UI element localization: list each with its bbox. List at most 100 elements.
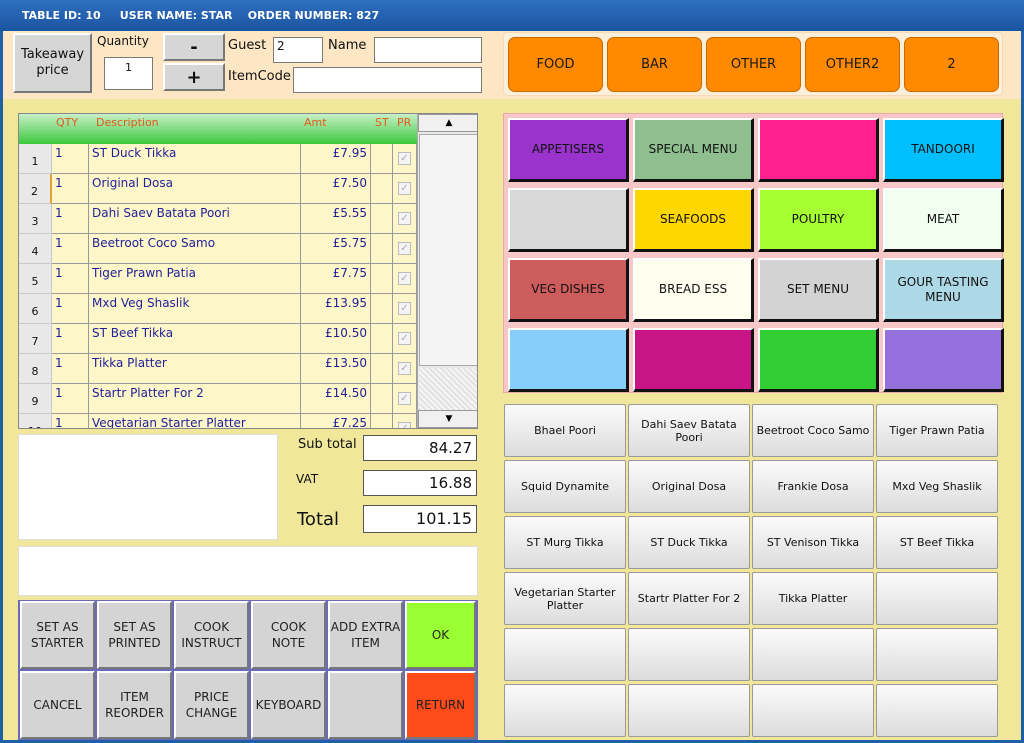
- decrement-button[interactable]: -: [163, 33, 225, 61]
- ok-button[interactable]: OK: [405, 601, 476, 669]
- menu-item-button[interactable]: Squid Dynamite: [504, 460, 626, 513]
- printed-checkbox[interactable]: ✓: [398, 392, 411, 405]
- scroll-down-button[interactable]: ▼: [418, 410, 477, 428]
- menu-category-blank-15[interactable]: [883, 328, 1004, 392]
- menu-category-veg-dishes[interactable]: VEG DISHES: [508, 258, 629, 322]
- menu-item-button[interactable]: [628, 628, 750, 681]
- price-change-button[interactable]: PRICE CHANGE: [174, 671, 249, 739]
- menu-item-button[interactable]: Vegetarian Starter Platter: [504, 572, 626, 625]
- cook-note-button[interactable]: COOK NOTE: [251, 601, 326, 669]
- cancel-label: CANCEL: [33, 698, 82, 712]
- row-amount: £13.95: [301, 294, 371, 324]
- blank-action-button[interactable]: [328, 671, 403, 739]
- row-description: Vegetarian Starter Platter: [89, 414, 301, 428]
- add-extra-item-button[interactable]: ADD EXTRA ITEM: [328, 601, 403, 669]
- category-2[interactable]: 2: [904, 37, 999, 92]
- printed-checkbox[interactable]: ✓: [398, 422, 411, 428]
- cook-instruct-button[interactable]: COOK INSTRUCT: [174, 601, 249, 669]
- cancel-button[interactable]: CANCEL: [20, 671, 95, 739]
- menu-category-bread-ess[interactable]: BREAD ESS: [633, 258, 754, 322]
- menu-item-button[interactable]: [876, 628, 998, 681]
- menu-category-blank-12[interactable]: [508, 328, 629, 392]
- menu-category-gour-tasting-menu[interactable]: GOUR TASTING MENU: [883, 258, 1004, 322]
- menu-category-blank-4[interactable]: [508, 188, 629, 252]
- row-description: Original Dosa: [89, 174, 301, 204]
- menu-item-button[interactable]: ST Venison Tikka: [752, 516, 874, 569]
- printed-checkbox[interactable]: ✓: [398, 362, 411, 375]
- return-button[interactable]: RETURN: [405, 671, 476, 739]
- scroll-up-button[interactable]: ▲: [418, 114, 477, 132]
- menu-item-button[interactable]: ST Duck Tikka: [628, 516, 750, 569]
- menu-category-appetisers[interactable]: APPETISERS: [508, 118, 629, 182]
- table-row[interactable]: 4 1 Beetroot Coco Samo £5.75 ✓: [19, 234, 417, 264]
- menu-item-button[interactable]: Beetroot Coco Samo: [752, 404, 874, 457]
- name-input[interactable]: [374, 37, 482, 63]
- table-row[interactable]: 3 1 Dahi Saev Batata Poori £5.55 ✓: [19, 204, 417, 234]
- printed-checkbox[interactable]: ✓: [398, 212, 411, 225]
- table-row[interactable]: 1 1 ST Duck Tikka £7.95 ✓: [19, 144, 417, 174]
- menu-item-label: Vegetarian Starter Platter: [514, 585, 616, 612]
- scroll-track[interactable]: [419, 368, 477, 410]
- menu-item-button[interactable]: Mxd Veg Shaslik: [876, 460, 998, 513]
- itemcode-input[interactable]: [293, 67, 482, 93]
- menu-item-button[interactable]: [752, 684, 874, 737]
- menu-item-button[interactable]: Frankie Dosa: [752, 460, 874, 513]
- menu-item-button[interactable]: Startr Platter For 2: [628, 572, 750, 625]
- item-reorder-button[interactable]: ITEM REORDER: [97, 671, 172, 739]
- scroll-up-icon: ▲: [445, 118, 453, 128]
- printed-checkbox[interactable]: ✓: [398, 302, 411, 315]
- menu-item-button[interactable]: Dahi Saev Batata Poori: [628, 404, 750, 457]
- menu-category-poultry[interactable]: POULTRY: [758, 188, 879, 252]
- menu-category-meat[interactable]: MEAT: [883, 188, 1004, 252]
- table-row[interactable]: 9 1 Startr Platter For 2 £14.50 ✓: [19, 384, 417, 414]
- guest-input[interactable]: 2: [273, 37, 323, 63]
- set-as-printed-button[interactable]: SET AS PRINTED: [97, 601, 172, 669]
- menu-category-set-menu[interactable]: SET MENU: [758, 258, 879, 322]
- menu-item-button[interactable]: Tikka Platter: [752, 572, 874, 625]
- menu-category-seafoods[interactable]: SEAFOODS: [633, 188, 754, 252]
- itemcode-label: ItemCode: [228, 69, 291, 84]
- category-other2[interactable]: OTHER2: [805, 37, 900, 92]
- menu-category-blank-14[interactable]: [758, 328, 879, 392]
- menu-item-button[interactable]: [628, 684, 750, 737]
- takeaway-price-button[interactable]: Takeaway price: [13, 33, 92, 93]
- printed-checkbox[interactable]: ✓: [398, 242, 411, 255]
- category-food[interactable]: FOOD: [508, 37, 603, 92]
- order-scrollbar[interactable]: ▲ ▼: [417, 114, 477, 428]
- category-bar[interactable]: BAR: [607, 37, 702, 92]
- notes-area[interactable]: [18, 434, 278, 540]
- keyboard-button[interactable]: KEYBOARD: [251, 671, 326, 739]
- table-row[interactable]: 2 1 Original Dosa £7.50 ✓: [19, 174, 417, 204]
- menu-item-button[interactable]: ST Murg Tikka: [504, 516, 626, 569]
- table-row[interactable]: 7 1 ST Beef Tikka £10.50 ✓: [19, 324, 417, 354]
- printed-checkbox[interactable]: ✓: [398, 332, 411, 345]
- menu-item-button[interactable]: Bhael Poori: [504, 404, 626, 457]
- menu-category-blank-2[interactable]: [758, 118, 879, 182]
- table-row[interactable]: 8 1 Tikka Platter £13.50 ✓: [19, 354, 417, 384]
- vat-label: VAT: [296, 472, 319, 486]
- menu-item-button[interactable]: [876, 572, 998, 625]
- menu-item-button[interactable]: ST Beef Tikka: [876, 516, 998, 569]
- menu-item-button[interactable]: Tiger Prawn Patia: [876, 404, 998, 457]
- menu-category-blank-13[interactable]: [633, 328, 754, 392]
- ok-label: OK: [431, 628, 450, 642]
- menu-item-button[interactable]: [504, 628, 626, 681]
- printed-checkbox[interactable]: ✓: [398, 272, 411, 285]
- printed-checkbox[interactable]: ✓: [398, 182, 411, 195]
- quantity-input[interactable]: 1: [104, 57, 153, 90]
- category-other[interactable]: OTHER: [706, 37, 801, 92]
- menu-item-button[interactable]: Original Dosa: [628, 460, 750, 513]
- scroll-thumb[interactable]: [419, 134, 477, 366]
- increment-button[interactable]: +: [163, 63, 225, 91]
- menu-item-button[interactable]: [876, 684, 998, 737]
- menu-category-special-menu[interactable]: SPECIAL MENU: [633, 118, 754, 182]
- table-row[interactable]: 5 1 Tiger Prawn Patia £7.75 ✓: [19, 264, 417, 294]
- table-row[interactable]: 101Vegetarian Starter Platter£7.25 ✓: [19, 414, 417, 428]
- row-amount: £14.50: [301, 384, 371, 414]
- printed-checkbox[interactable]: ✓: [398, 152, 411, 165]
- set-as-starter-button[interactable]: SET AS STARTER: [20, 601, 95, 669]
- table-row[interactable]: 6 1 Mxd Veg Shaslik £13.95 ✓: [19, 294, 417, 324]
- menu-category-tandoori[interactable]: TANDOORI: [883, 118, 1004, 182]
- menu-item-button[interactable]: [504, 684, 626, 737]
- menu-item-button[interactable]: [752, 628, 874, 681]
